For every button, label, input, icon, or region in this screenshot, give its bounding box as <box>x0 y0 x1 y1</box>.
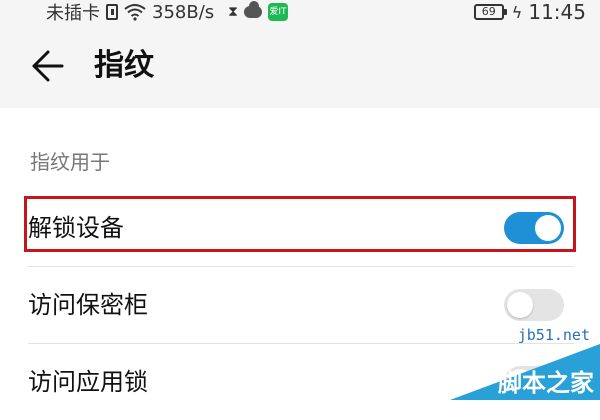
toggle-knob <box>535 215 561 241</box>
back-arrow-icon <box>32 50 64 82</box>
setting-row-unlock-device[interactable]: 解锁设备 <box>0 190 600 266</box>
cloud-icon <box>243 1 262 18</box>
page-title: 指纹 <box>94 48 154 83</box>
status-bar-right: 69 ϟ 11:45 <box>473 0 586 24</box>
battery-icon: 69 <box>473 4 507 20</box>
toggle-knob <box>507 292 533 318</box>
hourglass-icon: ⧗ <box>228 4 238 20</box>
app-header: 指纹 <box>0 24 600 108</box>
net-speed-text: 358B/s <box>152 1 215 23</box>
section-label: 指纹用于 <box>30 150 110 174</box>
status-bar-left: 未插卡 358B/s ⧗ 爱IT <box>46 0 288 24</box>
watermark-site: jb51.net <box>517 326 590 344</box>
back-button[interactable] <box>28 46 68 86</box>
clock-time: 11:45 <box>528 0 586 24</box>
setting-label: 访问保密柜 <box>28 291 148 319</box>
carrier-text: 未插卡 <box>46 3 100 24</box>
watermark-name: 脚本之家 <box>498 369 594 397</box>
setting-label: 解锁设备 <box>28 214 124 242</box>
wifi-icon <box>124 4 146 21</box>
safe-box-toggle[interactable] <box>504 289 564 321</box>
sim-icon <box>106 4 118 20</box>
unlock-device-toggle[interactable] <box>504 212 564 244</box>
watermark-logo: jb51.net 脚本之家 <box>450 320 600 400</box>
setting-label: 访问应用锁 <box>28 368 148 396</box>
status-bar: 未插卡 358B/s ⧗ 爱IT 69 ϟ 11:45 <box>0 0 600 24</box>
charging-icon: ϟ <box>511 2 523 22</box>
app-notification-icon: 爱IT <box>267 3 288 21</box>
